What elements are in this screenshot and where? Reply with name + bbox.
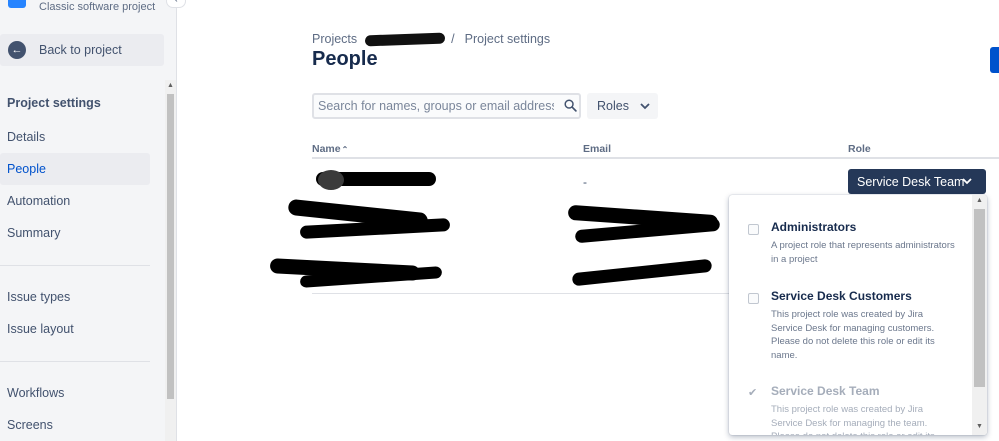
- role-option-administrators[interactable]: Administrators A project role that repre…: [729, 220, 971, 270]
- page-title: People: [312, 48, 378, 70]
- table-header-divider: [312, 157, 999, 159]
- chevron-down-icon: [962, 178, 972, 185]
- dropdown-scrollbar[interactable]: ▲ ▼: [972, 195, 987, 435]
- role-option-title: Administrators: [771, 220, 857, 234]
- role-select[interactable]: Service Desk Team: [848, 169, 986, 194]
- sidebar-item-details[interactable]: Details: [0, 121, 150, 153]
- sidebar-item-workflows[interactable]: Workflows: [0, 377, 150, 409]
- project-avatar-icon: [8, 0, 26, 8]
- column-header-email: Email: [583, 143, 612, 155]
- arrow-left-icon: ←: [8, 41, 26, 59]
- role-option-title: Service Desk Team: [771, 384, 880, 398]
- project-type: Classic software project: [39, 1, 156, 13]
- back-to-project-button[interactable]: ← Back to project: [0, 34, 164, 66]
- back-to-project-label: Back to project: [39, 43, 122, 57]
- sidebar-item-summary[interactable]: Summary: [0, 217, 150, 249]
- collapse-sidebar-button[interactable]: ‹: [166, 0, 186, 8]
- role-dropdown-menu: Administrators A project role that repre…: [729, 195, 987, 435]
- roles-filter-label: Roles: [597, 99, 629, 113]
- role-option-service-desk-customers[interactable]: Service Desk Customers This project role…: [729, 289, 971, 361]
- column-header-role: Role: [848, 143, 871, 155]
- project-sidebar: Classic software project ‹ ← Back to pro…: [0, 0, 186, 441]
- sidebar-item-people[interactable]: People: [0, 153, 150, 185]
- breadcrumb-current[interactable]: Project settings: [465, 32, 550, 46]
- column-header-name[interactable]: Name⌃: [312, 143, 348, 155]
- table-bottom-divider: [312, 293, 732, 294]
- role-select-value: Service Desk Team: [857, 174, 965, 189]
- sidebar-item-automation[interactable]: Automation: [0, 185, 150, 217]
- scroll-up-icon[interactable]: ▲: [976, 197, 983, 204]
- sidebar-divider: [0, 265, 150, 266]
- checkbox[interactable]: [748, 293, 759, 304]
- sidebar-scrollbar[interactable]: ▲: [165, 80, 176, 441]
- column-header-name-label: Name: [312, 143, 341, 155]
- sidebar-item-issue-layout[interactable]: Issue layout: [0, 313, 150, 345]
- checkbox[interactable]: [748, 224, 759, 235]
- role-option-title: Service Desk Customers: [771, 289, 912, 303]
- sidebar-heading: Project settings: [7, 96, 101, 110]
- chevron-down-icon: [640, 103, 650, 110]
- breadcrumb: Projects / Project settings: [312, 32, 550, 46]
- scroll-up-icon[interactable]: ▲: [167, 82, 174, 89]
- sort-ascending-icon: ⌃: [341, 145, 349, 154]
- user-email: -: [583, 175, 587, 189]
- avatar: [318, 170, 344, 190]
- sidebar-item-screens[interactable]: Screens: [0, 409, 150, 441]
- role-option-description: This project role was created by Jira Se…: [771, 309, 935, 361]
- role-option-description: This project role was created by Jira Se…: [771, 404, 935, 435]
- redacted-user-email: [571, 258, 713, 287]
- redacted-user-name: [299, 218, 451, 239]
- checkmark-icon[interactable]: ✔: [748, 388, 759, 399]
- role-option-description: A project role that represents administr…: [771, 240, 955, 265]
- sidebar-item-issue-types[interactable]: Issue types: [0, 281, 150, 313]
- sidebar-divider: [0, 361, 150, 362]
- role-option-service-desk-team[interactable]: ✔ Service Desk Team This project role wa…: [729, 384, 971, 435]
- dropdown-scrollbar-thumb[interactable]: [974, 209, 985, 387]
- redacted-project-name[interactable]: [364, 32, 446, 46]
- search-icon[interactable]: [564, 99, 577, 112]
- add-people-button[interactable]: [990, 47, 999, 73]
- breadcrumb-projects-link[interactable]: Projects: [312, 32, 357, 46]
- search-field[interactable]: [312, 93, 581, 119]
- search-input[interactable]: [318, 97, 554, 115]
- sidebar-scrollbar-thumb[interactable]: [167, 94, 174, 399]
- breadcrumb-separator: /: [451, 32, 455, 46]
- roles-filter-button[interactable]: Roles: [587, 93, 658, 119]
- scroll-down-icon[interactable]: ▼: [976, 423, 983, 430]
